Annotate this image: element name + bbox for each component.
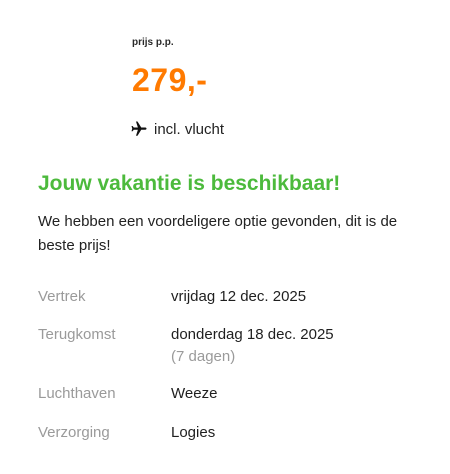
detail-value: Logies [171,424,216,441]
detail-row-luchthaven: Luchthaven Weeze [38,383,438,405]
flight-text: incl. vlucht [154,120,225,138]
detail-row-verzorging: Verzorging Logies [38,422,438,444]
detail-duration: (7 dagen) [171,348,236,365]
plane-icon [130,120,148,138]
detail-value-group: donderdag 18 dec. 2025 (7 dagen) [171,324,334,368]
trip-details: Vertrek vrijdag 12 dec. 2025 Terugkomst … [38,286,438,444]
detail-value: Weeze [171,385,218,402]
price-block: prijs p.p. 279,- [132,36,207,98]
detail-value: vrijdag 12 dec. 2025 [171,288,307,305]
detail-label: Vertrek [38,288,86,305]
detail-label: Luchthaven [38,385,116,402]
price-label: prijs p.p. [132,37,174,48]
detail-row-terugkomst: Terugkomst donderdag 18 dec. 2025 (7 dag… [38,324,438,368]
availability-headline: Jouw vakantie is beschikbaar! [38,172,341,195]
availability-message: We hebben een voordeligere optie gevonde… [38,213,398,254]
detail-label: Terugkomst [38,326,116,343]
price-value: 279,- [132,62,208,98]
detail-value: donderdag 18 dec. 2025 [171,326,334,343]
detail-label: Verzorging [38,424,110,441]
flight-included: incl. vlucht [130,120,224,138]
detail-row-vertrek: Vertrek vrijdag 12 dec. 2025 [38,286,438,308]
